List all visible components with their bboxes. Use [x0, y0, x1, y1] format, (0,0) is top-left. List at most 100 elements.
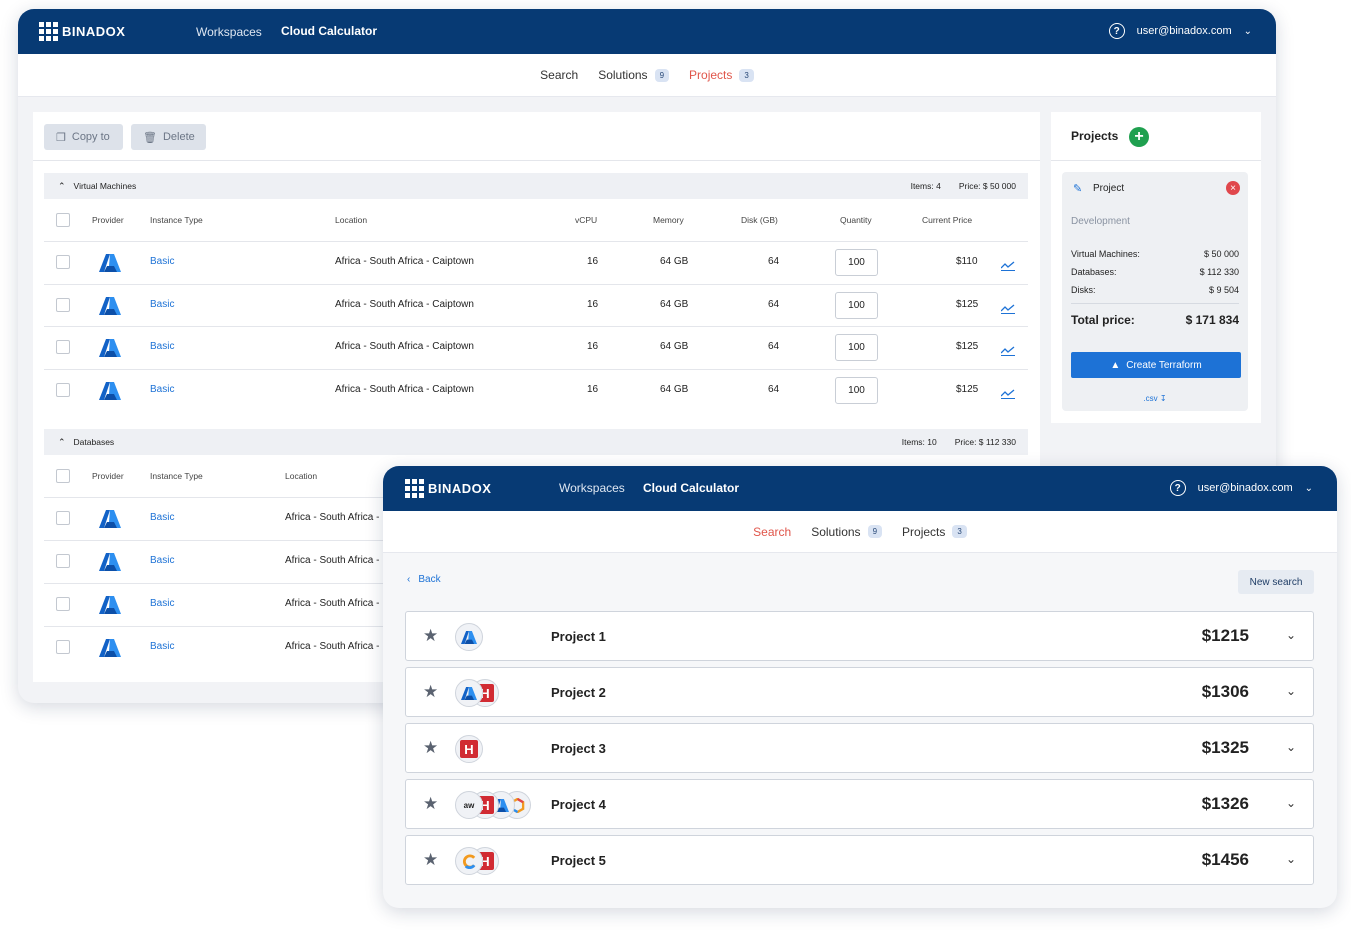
- projects-panel-title: Projects: [1071, 129, 1119, 143]
- chevron-up-icon[interactable]: ⌃: [58, 437, 66, 448]
- disk-cell: 64: [768, 341, 780, 352]
- instance-type-link[interactable]: Basic: [150, 384, 174, 395]
- row-checkbox[interactable]: [56, 554, 70, 568]
- help-icon[interactable]: ?: [1169, 480, 1186, 496]
- tab-solutions-label: Solutions: [598, 68, 648, 82]
- quantity-input[interactable]: 100: [835, 249, 878, 276]
- col-instance-type[interactable]: Instance Type: [150, 471, 203, 481]
- chevron-up-icon[interactable]: ⌃: [58, 181, 66, 192]
- project-name: Project 2: [551, 685, 606, 700]
- select-all-checkbox[interactable]: [56, 213, 70, 227]
- total-price-value: $ 171 834: [1185, 313, 1239, 327]
- chevron-down-icon[interactable]: ⌄: [1286, 628, 1296, 642]
- col-current-price[interactable]: Current Price: [922, 215, 972, 225]
- instance-type-link[interactable]: Basic: [150, 555, 174, 566]
- project-row[interactable]: ★ Project 1 $1215 ⌄: [405, 611, 1314, 661]
- back-link[interactable]: ‹ Back: [407, 574, 441, 585]
- quantity-input[interactable]: 100: [835, 377, 878, 404]
- col-vcpu[interactable]: vCPU: [575, 215, 597, 225]
- chevron-down-icon[interactable]: ⌄: [1305, 483, 1313, 494]
- hashicorp-logo-icon: H: [460, 740, 478, 758]
- chevron-down-icon[interactable]: ⌄: [1286, 852, 1296, 866]
- trend-chart-icon[interactable]: [1000, 386, 1015, 399]
- remove-project-button[interactable]: ×: [1226, 181, 1240, 195]
- new-search-button[interactable]: New search: [1238, 570, 1314, 594]
- delete-button[interactable]: 🗑 Delete: [131, 124, 206, 150]
- row-checkbox[interactable]: [56, 597, 70, 611]
- pencil-icon[interactable]: ✎: [1073, 182, 1082, 195]
- row-checkbox[interactable]: [56, 340, 70, 354]
- col-provider[interactable]: Provider: [92, 471, 124, 481]
- quantity-input[interactable]: 100: [835, 334, 878, 361]
- star-icon[interactable]: ★: [423, 738, 438, 758]
- location-cell: Africa - South Africa -: [285, 555, 380, 566]
- col-quantity[interactable]: Quantity: [840, 215, 872, 225]
- instance-type-link[interactable]: Basic: [150, 598, 174, 609]
- instance-type-link[interactable]: Basic: [150, 299, 174, 310]
- star-icon[interactable]: ★: [423, 626, 438, 646]
- row-checkbox[interactable]: [56, 383, 70, 397]
- copy-to-label: Copy to: [71, 131, 110, 143]
- col-provider[interactable]: Provider: [92, 215, 124, 225]
- instance-type-link[interactable]: Basic: [150, 512, 174, 523]
- chevron-down-icon[interactable]: ⌄: [1286, 796, 1296, 810]
- tab-search[interactable]: Search: [540, 68, 578, 82]
- quantity-input[interactable]: 100: [835, 292, 878, 319]
- project-card-name[interactable]: Project: [1093, 183, 1124, 194]
- help-icon[interactable]: ?: [1108, 23, 1125, 39]
- row-checkbox[interactable]: [56, 298, 70, 312]
- nav-cloud-calculator[interactable]: Cloud Calculator: [643, 481, 739, 495]
- select-all-checkbox[interactable]: [56, 469, 70, 483]
- col-disk[interactable]: Disk (GB): [741, 215, 778, 225]
- chevron-down-icon[interactable]: ⌄: [1286, 684, 1296, 698]
- db-items-count: Items: 10: [901, 437, 937, 447]
- create-terraform-button[interactable]: ▲ Create Terraform: [1071, 352, 1241, 378]
- star-icon[interactable]: ★: [423, 794, 438, 814]
- chevron-down-icon[interactable]: ⌄: [1286, 740, 1296, 754]
- user-email[interactable]: user@binadox.com: [1137, 25, 1232, 37]
- row-checkbox[interactable]: [56, 511, 70, 525]
- chevron-down-icon[interactable]: ⌄: [1244, 26, 1252, 37]
- brand-logo[interactable]: BINADOX: [405, 479, 491, 498]
- col-location[interactable]: Location: [335, 215, 367, 225]
- instance-type-link[interactable]: Basic: [150, 341, 174, 352]
- instance-type-link[interactable]: Basic: [150, 641, 174, 652]
- trend-chart-icon[interactable]: [1000, 343, 1015, 356]
- nav-workspaces[interactable]: Workspaces: [196, 25, 262, 39]
- price-cell: $125: [956, 299, 979, 310]
- row-divider: [44, 284, 1028, 285]
- row-checkbox[interactable]: [56, 640, 70, 654]
- vm-section-header[interactable]: ⌃ Virtual Machines Items: 4 Price: $ 50 0…: [44, 173, 1028, 199]
- tab-search[interactable]: Search: [753, 525, 791, 539]
- project-row[interactable]: ★ H Project 3 $1325 ⌄: [405, 723, 1314, 773]
- trend-chart-icon[interactable]: [1000, 258, 1015, 271]
- instance-type-link[interactable]: Basic: [150, 256, 174, 267]
- project-row[interactable]: ★ H Project 2 $1306 ⌄: [405, 667, 1314, 717]
- copy-to-button[interactable]: ❐ Copy to: [44, 124, 123, 150]
- star-icon[interactable]: ★: [423, 850, 438, 870]
- star-icon[interactable]: ★: [423, 682, 438, 702]
- col-location[interactable]: Location: [285, 471, 317, 481]
- top-navbar: BINADOX Workspaces Cloud Calculator ? us…: [18, 9, 1276, 54]
- user-email[interactable]: user@binadox.com: [1198, 482, 1293, 494]
- csv-download-link[interactable]: .csv ↧: [1062, 394, 1248, 403]
- col-memory[interactable]: Memory: [653, 215, 684, 225]
- disk-cost-label: Disks:: [1071, 285, 1096, 295]
- tab-solutions[interactable]: Solutions 9: [598, 68, 670, 82]
- db-section-header[interactable]: ⌃ Databases Items: 10 Price: $ 112 330: [44, 429, 1028, 455]
- tab-solutions[interactable]: Solutions 9: [811, 525, 883, 539]
- tab-projects[interactable]: Projects 3: [902, 525, 967, 539]
- add-project-button[interactable]: +: [1129, 127, 1149, 147]
- user-menu[interactable]: ? user@binadox.com ⌄: [1108, 23, 1252, 39]
- nav-workspaces[interactable]: Workspaces: [559, 481, 625, 495]
- row-checkbox[interactable]: [56, 255, 70, 269]
- project-row[interactable]: ★ aw H Project 4 $1326 ⌄: [405, 779, 1314, 829]
- brand-logo[interactable]: BINADOX: [39, 22, 125, 41]
- tab-projects[interactable]: Projects 3: [689, 68, 754, 82]
- nav-cloud-calculator[interactable]: Cloud Calculator: [281, 24, 377, 38]
- trend-chart-icon[interactable]: [1000, 301, 1015, 314]
- disk-cell: 64: [768, 256, 780, 267]
- project-row[interactable]: ★ H Project 5 $1456 ⌄: [405, 835, 1314, 885]
- user-menu[interactable]: ? user@binadox.com ⌄: [1169, 480, 1313, 496]
- col-instance-type[interactable]: Instance Type: [150, 215, 203, 225]
